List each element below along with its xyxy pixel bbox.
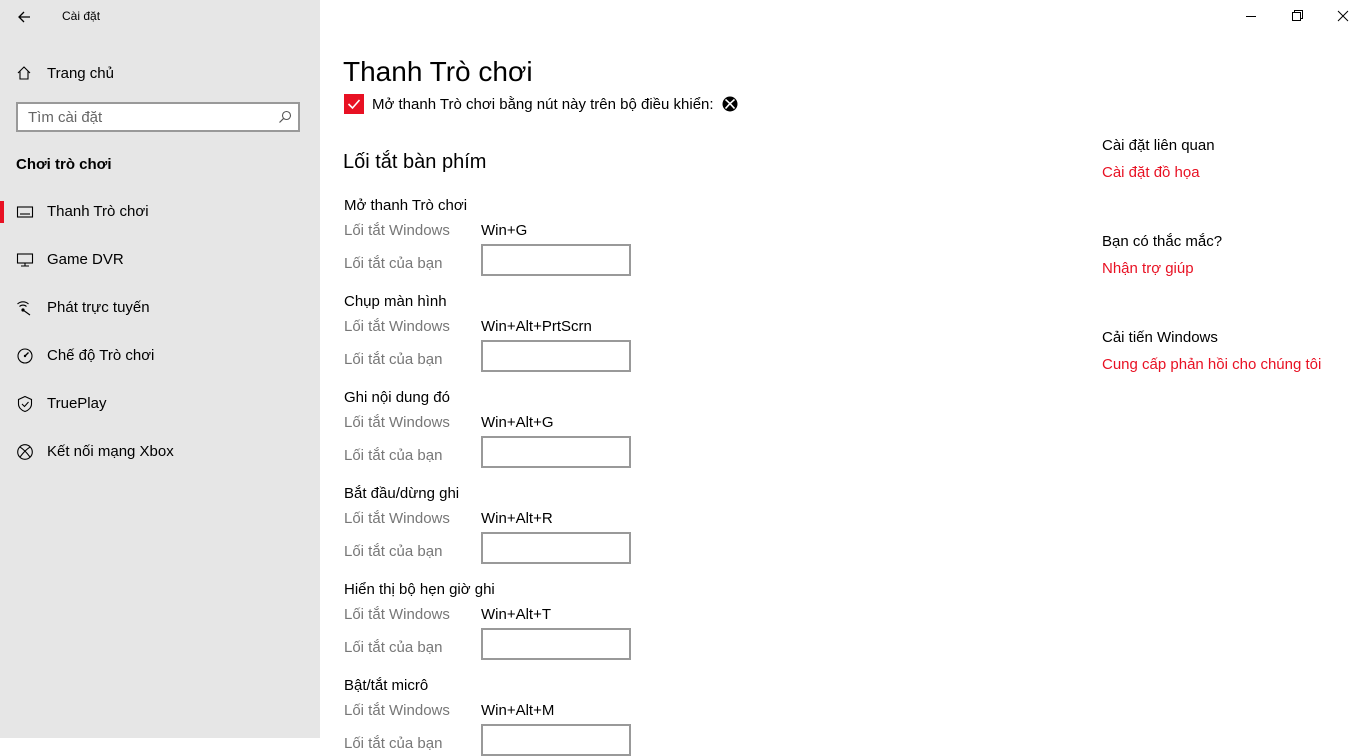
feedback-link[interactable]: Cung cấp phản hồi cho chúng tôi xyxy=(1102,356,1321,373)
sidebar-item-label: Phát trực tuyến xyxy=(47,299,150,316)
related-settings-heading: Cài đặt liên quan xyxy=(1102,137,1215,154)
controller-button-setting: Mở thanh Trò chơi bằng nút này trên bộ đ… xyxy=(344,94,738,114)
sidebar-item-xbox-networking[interactable]: Kết nối mạng Xbox xyxy=(0,432,320,472)
game-bar-icon xyxy=(16,206,34,218)
sidebar: Cài đặt Trang chủ Chơi trò chơi Thanh Tr… xyxy=(0,0,320,738)
search-icon[interactable] xyxy=(278,110,292,124)
sidebar-item-game-bar[interactable]: Thanh Trò chơi xyxy=(0,192,320,232)
your-shortcut-input[interactable] xyxy=(483,726,631,754)
your-shortcut-field[interactable] xyxy=(481,244,631,276)
improve-windows-heading: Cải tiến Windows xyxy=(1102,329,1218,346)
your-shortcut-input[interactable] xyxy=(483,246,631,274)
windows-shortcut-label: Lối tắt Windows xyxy=(344,606,450,623)
minimize-button[interactable] xyxy=(1228,0,1274,32)
windows-shortcut-label: Lối tắt Windows xyxy=(344,222,450,239)
xbox-icon xyxy=(17,444,33,460)
your-shortcut-field[interactable] xyxy=(481,436,631,468)
sidebar-item-label: Kết nối mạng Xbox xyxy=(47,443,174,460)
close-icon xyxy=(1337,10,1349,22)
home-label: Trang chủ xyxy=(47,64,114,82)
windows-shortcut-value: Win+Alt+PrtScrn xyxy=(481,318,592,335)
search-box[interactable] xyxy=(16,102,300,132)
search-input[interactable] xyxy=(18,104,268,130)
your-shortcut-input[interactable] xyxy=(483,438,631,466)
page-title: Thanh Trò chơi xyxy=(343,56,533,87)
xbox-button-icon xyxy=(722,96,738,112)
sidebar-item-trueplay[interactable]: TruePlay xyxy=(0,384,320,424)
graphics-settings-link[interactable]: Cài đặt đồ họa xyxy=(1102,164,1215,181)
close-button[interactable] xyxy=(1320,0,1366,32)
your-shortcut-label: Lối tắt của bạn xyxy=(344,447,443,464)
question-heading: Bạn có thắc mắc? xyxy=(1102,233,1223,250)
sidebar-item-game-mode[interactable]: Chế độ Trò chơi xyxy=(0,336,320,376)
shortcut-title: Hiển thị bộ hẹn giờ ghi xyxy=(344,581,495,598)
sidebar-item-label: TruePlay xyxy=(47,395,107,412)
checkmark-icon xyxy=(347,99,361,110)
game-dvr-icon xyxy=(16,253,34,267)
improve-windows-section: Cải tiến Windows Cung cấp phản hồi cho c… xyxy=(1102,329,1321,373)
sidebar-item-label: Thanh Trò chơi xyxy=(47,203,149,220)
minimize-icon xyxy=(1246,16,1256,17)
restore-icon xyxy=(1292,10,1303,21)
your-shortcut-field[interactable] xyxy=(481,628,631,660)
your-shortcut-label: Lối tắt của bạn xyxy=(344,351,443,368)
keyboard-shortcuts-heading: Lối tắt bàn phím xyxy=(343,151,487,173)
help-section: Bạn có thắc mắc? Nhận trợ giúp xyxy=(1102,233,1222,277)
app-title: Cài đặt xyxy=(62,9,101,23)
your-shortcut-input[interactable] xyxy=(483,630,631,658)
windows-shortcut-label: Lối tắt Windows xyxy=(344,510,450,527)
your-shortcut-label: Lối tắt của bạn xyxy=(344,543,443,560)
windows-shortcut-label: Lối tắt Windows xyxy=(344,702,450,719)
get-help-link[interactable]: Nhận trợ giúp xyxy=(1102,260,1222,277)
restore-button[interactable] xyxy=(1274,0,1320,32)
related-settings: Cài đặt liên quan Cài đặt đồ họa xyxy=(1102,137,1215,181)
home-nav-item[interactable]: Trang chủ xyxy=(16,62,114,84)
your-shortcut-label: Lối tắt của bạn xyxy=(344,255,443,272)
shortcut-title: Mở thanh Trò chơi xyxy=(344,197,468,214)
windows-shortcut-value: Win+Alt+M xyxy=(481,702,555,719)
home-icon xyxy=(17,66,31,80)
windows-shortcut-value: Win+Alt+R xyxy=(481,510,553,527)
windows-shortcut-value: Win+Alt+T xyxy=(481,606,552,623)
shortcut-title: Ghi nội dung đó xyxy=(344,389,450,406)
windows-shortcut-value: Win+G xyxy=(481,222,528,239)
your-shortcut-input[interactable] xyxy=(483,342,631,370)
sidebar-item-game-dvr[interactable]: Game DVR xyxy=(0,240,320,280)
selected-indicator xyxy=(0,201,4,223)
sidebar-item-label: Chế độ Trò chơi xyxy=(47,347,155,364)
your-shortcut-label: Lối tắt của bạn xyxy=(344,639,443,656)
back-button[interactable] xyxy=(14,6,36,28)
back-arrow-icon xyxy=(18,11,30,23)
shortcut-title: Chụp màn hình xyxy=(344,293,447,310)
shortcut-title: Bật/tắt micrô xyxy=(344,677,429,694)
game-mode-icon xyxy=(17,348,33,364)
your-shortcut-field[interactable] xyxy=(481,340,631,372)
your-shortcut-input[interactable] xyxy=(483,534,631,562)
sidebar-item-label: Game DVR xyxy=(47,251,124,268)
windows-shortcut-value: Win+Alt+G xyxy=(481,414,554,431)
windows-shortcut-label: Lối tắt Windows xyxy=(344,414,450,431)
shortcut-title: Bắt đầu/dừng ghi xyxy=(344,485,460,502)
your-shortcut-field[interactable] xyxy=(481,532,631,564)
windows-shortcut-label: Lối tắt Windows xyxy=(344,318,450,335)
your-shortcut-field[interactable] xyxy=(481,724,631,756)
trueplay-icon xyxy=(17,395,33,413)
sidebar-section-title: Chơi trò chơi xyxy=(16,156,112,173)
checkbox-label: Mở thanh Trò chơi bằng nút này trên bộ đ… xyxy=(372,95,714,113)
open-game-bar-checkbox[interactable] xyxy=(344,94,364,114)
sidebar-item-broadcast[interactable]: Phát trực tuyến xyxy=(0,288,320,328)
broadcast-icon xyxy=(17,301,31,316)
